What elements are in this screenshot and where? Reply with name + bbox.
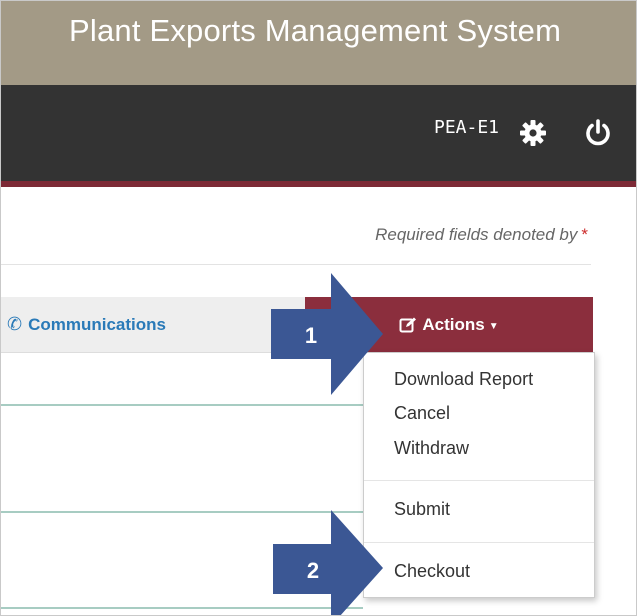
menu-item-cancel[interactable]: Cancel <box>394 403 450 424</box>
header-divider <box>1 264 591 265</box>
caret-down-icon: ▼ <box>488 321 499 332</box>
app-title: Plant Exports Management System <box>69 13 562 48</box>
title-bar: Plant Exports Management System <box>1 1 636 85</box>
nav-accent-line <box>1 181 636 187</box>
phone-icon: ✆ <box>7 314 23 334</box>
app-window: Plant Exports Management System PEA-E1 R… <box>0 0 637 616</box>
required-asterisk: * <box>581 225 588 244</box>
actions-label: Actions <box>422 314 485 334</box>
menu-item-submit[interactable]: Submit <box>394 499 450 520</box>
user-id-label[interactable]: PEA-E1 <box>434 117 499 138</box>
gear-icon[interactable] <box>519 119 547 147</box>
menu-item-checkout[interactable]: Checkout <box>394 561 470 582</box>
power-icon[interactable] <box>583 118 613 148</box>
menu-item-download-report[interactable]: Download Report <box>394 369 533 390</box>
tab-communications-label: Communications <box>28 314 166 334</box>
menu-divider <box>364 542 594 543</box>
required-fields-note: Required fields denoted by * <box>375 225 588 245</box>
callout-number-1: 1 <box>304 323 318 348</box>
actions-menu: Download Report Cancel Withdraw Submit C… <box>363 352 595 598</box>
callout-number-2: 2 <box>306 558 320 583</box>
tab-communications[interactable]: ✆ Communications <box>1 297 307 352</box>
form-row-border <box>1 404 363 406</box>
edit-icon <box>399 317 417 332</box>
menu-item-withdraw[interactable]: Withdraw <box>394 438 469 459</box>
menu-divider <box>364 480 594 481</box>
required-note-text: Required fields denoted by <box>375 225 578 244</box>
